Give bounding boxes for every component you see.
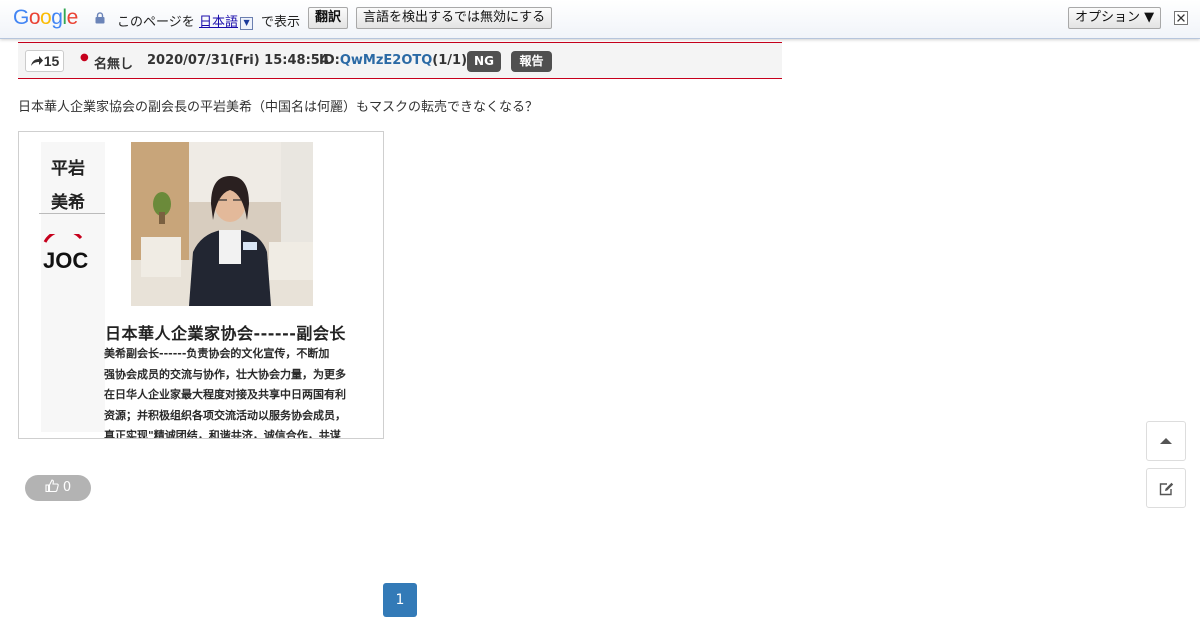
post-number-button[interactable]: 15: [25, 50, 64, 72]
like-button[interactable]: 0: [25, 475, 91, 501]
post-number: 15: [43, 53, 60, 69]
post-image[interactable]: 平岩 美希 JOC 日本華人企業家协会------副会长 美希副会长------…: [18, 131, 384, 439]
dropdown-arrow-icon[interactable]: ▼: [240, 17, 254, 30]
translate-suffix: で表示: [261, 15, 301, 30]
language-link[interactable]: 日本語: [199, 15, 238, 30]
poster-id: ID:QwMzE2OTQ(1/1): [319, 53, 467, 68]
poster-name: 名無し: [94, 57, 134, 72]
edit-icon: [1159, 482, 1174, 496]
post-body-text: 日本華人企業家協会の副会長の平岩美希（中国名は何麗）もマスクの転売できなくなる？: [18, 100, 539, 115]
side-divider: [39, 213, 105, 214]
scroll-top-button[interactable]: [1146, 421, 1186, 461]
image-title: 日本華人企業家协会------副会长: [105, 324, 346, 343]
language-select[interactable]: 日本語 ▼: [199, 11, 254, 30]
id-prefix: ID:: [319, 53, 340, 68]
image-side-name: 平岩 美希: [51, 159, 85, 213]
translate-bar: Google このページを 日本語 ▼ で表示 翻訳 言語を検出するでは無効にする…: [0, 0, 1200, 39]
svg-text:JOC: JOC: [43, 248, 88, 273]
report-button[interactable]: 報告: [511, 51, 552, 72]
ng-button[interactable]: NG: [467, 51, 501, 72]
post-date: 2020/07/31(Fri) 15:48:54: [147, 53, 329, 68]
image-description: 美希副会长------负责协会的文化宣传，不断加 强协会成员的交流与协作，壮大协…: [104, 347, 346, 439]
status-dot: ●: [80, 52, 89, 63]
caret-up-icon: [1160, 438, 1172, 444]
portrait-photo: [131, 142, 313, 306]
post-header: 15 ● 名無し 2020/07/31(Fri) 15:48:54 ID:QwM…: [18, 42, 782, 79]
page-1-button[interactable]: 1: [383, 583, 417, 617]
id-count: (1/1): [432, 53, 468, 68]
translate-button[interactable]: 翻訳: [308, 7, 349, 29]
joc-logo: JOC: [43, 234, 88, 273]
like-count: 0: [62, 480, 72, 495]
options-button[interactable]: オプション ▼: [1068, 7, 1162, 29]
reply-arrow-icon: [30, 56, 43, 66]
lock-icon: [95, 12, 105, 24]
thumbs-up-icon: [45, 479, 59, 493]
write-post-button[interactable]: [1146, 468, 1186, 508]
translate-prompt: このページを: [117, 15, 195, 30]
id-link[interactable]: QwMzE2OTQ: [340, 53, 432, 68]
close-icon[interactable]: [1174, 11, 1188, 25]
google-logo: Google: [13, 6, 78, 29]
disable-detect-button[interactable]: 言語を検出するでは無効にする: [356, 7, 553, 29]
